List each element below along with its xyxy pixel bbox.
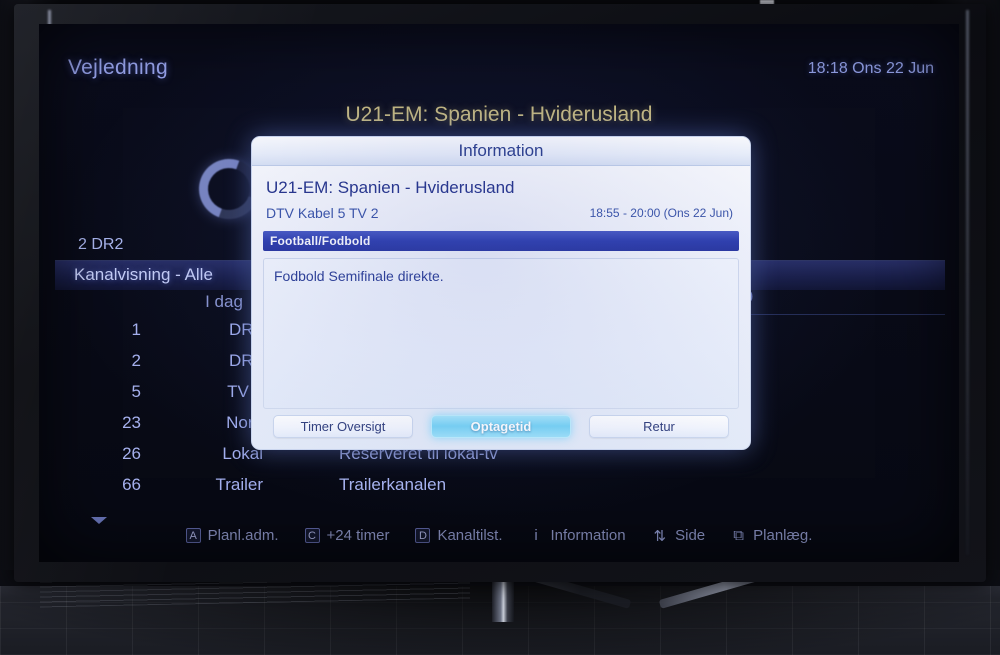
dialog-timeslot: 18:55 - 20:00 (Ons 22 Jun) [589, 206, 733, 220]
hint-planl-adm[interactable]: A Planl.adm. [185, 527, 279, 544]
hint-label: Side [675, 527, 706, 544]
hint-side[interactable]: ⇅ Side [652, 527, 706, 545]
row-channel-number: 23 [122, 413, 141, 432]
key-a-icon: A [185, 528, 201, 543]
desk-clutter [860, 575, 1000, 630]
screenshot-root: Vejledning 18:18 Ons 22 Jun U21-EM: Span… [0, 0, 1000, 655]
row-program-title: Trailerkanalen [339, 475, 447, 494]
dialog-genre-label: Football/Fodbold [270, 234, 371, 248]
current-channel-label: 2 DR2 [78, 236, 124, 253]
row-channel-number: 66 [122, 475, 141, 494]
hint-kanaltilst[interactable]: D Kanaltilst. [415, 527, 503, 544]
chevron-down-icon[interactable] [91, 517, 107, 524]
tv-screen: Vejledning 18:18 Ons 22 Jun U21-EM: Span… [39, 24, 959, 562]
hint-label: Information [550, 527, 626, 544]
hint-label: Planl.adm. [207, 527, 279, 544]
info-icon: i [534, 527, 538, 544]
dialog-body: U21-EM: Spanien - Hviderusland DTV Kabel… [252, 166, 750, 409]
bezel-edge-highlight-right [966, 10, 969, 555]
dialog-button-row: Timer Oversigt Optagetid Retur [252, 415, 750, 438]
page-title: Vejledning [68, 56, 168, 79]
row-channel-name: Trailer [215, 475, 263, 494]
channel-filter-label: Kanalvisning - Alle [74, 265, 213, 284]
table-row[interactable]: 66 Trailer Trailerkanalen [39, 472, 959, 503]
dialog-program-title: U21-EM: Spanien - Hviderusland [266, 178, 515, 197]
information-dialog: Information U21-EM: Spanien - Hviderusla… [251, 136, 751, 450]
dialog-meta-row: DTV Kabel 5 TV 2 18:55 - 20:00 (Ons 22 J… [263, 205, 739, 226]
dialog-genre-badge: Football/Fodbold [263, 231, 739, 251]
dialog-title: Information [458, 141, 544, 160]
retur-button[interactable]: Retur [589, 415, 729, 438]
row-channel-number: 1 [131, 320, 141, 339]
key-d-icon: D [415, 528, 431, 543]
hint-information[interactable]: i Information [529, 527, 626, 544]
row-channel-number: 2 [131, 351, 141, 370]
hint-label: +24 timer [326, 527, 390, 544]
hint-label: Kanaltilst. [437, 527, 503, 544]
hint-label: Planlæg. [753, 527, 813, 544]
preview-program-title: U21-EM: Spanien - Hviderusland [345, 103, 653, 126]
dialog-titlebar: Information [252, 137, 750, 166]
row-channel-name: Lokal [222, 444, 263, 463]
dialog-description: Fodbold Semifinale direkte. [263, 258, 739, 409]
key-c-icon: C [304, 528, 320, 543]
hint-planlaeg[interactable]: ⧉ Planlæg. [731, 527, 812, 544]
clock-display: 18:18 Ons 22 Jun [807, 60, 934, 77]
epg-interface: Vejledning 18:18 Ons 22 Jun U21-EM: Span… [39, 24, 959, 562]
up-down-arrow-icon: ⇅ [653, 527, 667, 545]
schedule-icon: ⧉ [733, 527, 745, 544]
dialog-channel: DTV Kabel 5 TV 2 [266, 205, 379, 221]
row-channel-number: 5 [131, 382, 141, 401]
hint-plus-24-timer[interactable]: C +24 timer [304, 527, 390, 544]
row-channel-number: 26 [122, 444, 141, 463]
timer-oversigt-button[interactable]: Timer Oversigt [273, 415, 413, 438]
key-hint-bar: A Planl.adm. C +24 timer D Kanaltilst. i… [39, 527, 959, 545]
television: Vejledning 18:18 Ons 22 Jun U21-EM: Span… [14, 4, 986, 582]
optagetid-button[interactable]: Optagetid [431, 415, 571, 438]
